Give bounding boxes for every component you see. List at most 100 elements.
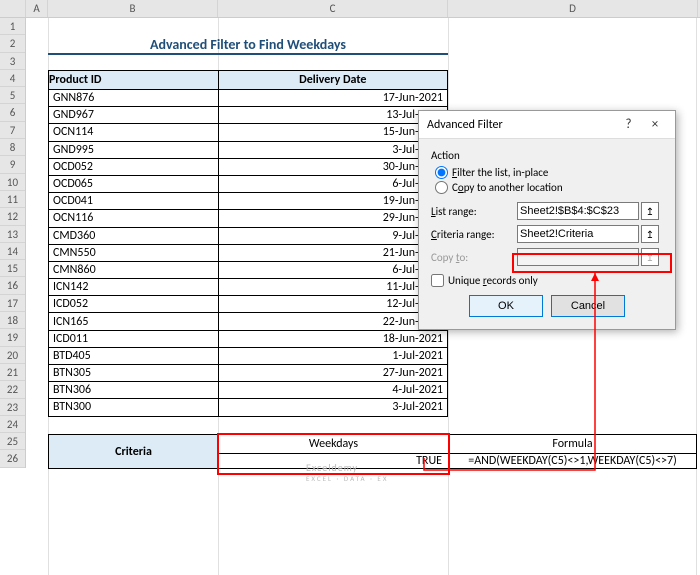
table-row[interactable]: OCN11415-Jun-2021 [49,124,448,141]
select-all-corner[interactable] [0,0,26,17]
row-header-2[interactable]: 2 [0,35,25,52]
table-row[interactable]: GND9953-Jul-2021 [49,141,448,158]
cell-delivery-date[interactable]: 15-Jun-2021 [218,124,447,141]
row-header-20[interactable]: 20 [0,347,25,364]
cell-delivery-date[interactable]: 30-Jun-2021 [218,158,447,175]
cell-product-id[interactable]: OCD041 [49,193,219,210]
table-row[interactable]: BTN3064-Jul-2021 [49,382,448,399]
cell-delivery-date[interactable]: 4-Jul-2021 [218,382,447,399]
row-header-7[interactable]: 7 [0,122,25,139]
cell-product-id[interactable]: ICN165 [49,313,219,330]
cell-product-id[interactable]: ICD011 [49,330,219,347]
cell-product-id[interactable]: GND967 [49,107,219,124]
close-icon[interactable]: × [643,111,667,139]
criteria-head-weekdays[interactable]: Weekdays [219,435,449,454]
cell-product-id[interactable]: CMD360 [49,227,219,244]
cell-product-id[interactable]: OCD052 [49,158,219,175]
row-header-23[interactable]: 23 [0,399,25,416]
table-row[interactable]: CMD3609-Jul-2021 [49,227,448,244]
cell-product-id[interactable]: ICN142 [49,279,219,296]
row-header-19[interactable]: 19 [0,329,25,346]
criteria-range-collapse-icon[interactable]: ↥ [641,225,659,243]
cell-delivery-date[interactable]: 3-Jul-2021 [218,141,447,158]
cell-product-id[interactable]: BTN306 [49,382,219,399]
row-header-13[interactable]: 13 [0,226,25,243]
row-header-1[interactable]: 1 [0,18,25,35]
table-row[interactable]: ICN16522-Jun-2021 [49,313,448,330]
row-header-26[interactable]: 26 [0,450,25,467]
table-row[interactable]: CMN55021-Jun-2021 [49,244,448,261]
table-row[interactable]: OCD05230-Jun-2021 [49,158,448,175]
row-header-25[interactable]: 25 [0,433,25,450]
row-header-9[interactable]: 9 [0,156,25,173]
row-header-3[interactable]: 3 [0,53,25,70]
cell-product-id[interactable]: GNN876 [49,90,219,107]
table-row[interactable]: ICD01118-Jun-2021 [49,330,448,347]
row-header-22[interactable]: 22 [0,381,25,398]
col-header-b[interactable]: B [48,0,218,17]
col-header-a[interactable]: A [26,0,48,17]
header-product-id[interactable]: Product ID [49,71,219,90]
row-header-15[interactable]: 15 [0,260,25,277]
criteria-value-formula[interactable]: =AND(WEEKDAY(C5)<>1,WEEKDAY(C5)<>7) [449,454,697,469]
row-header-10[interactable]: 10 [0,174,25,191]
cell-delivery-date[interactable]: 9-Jul-2021 [218,227,447,244]
cell-delivery-date[interactable]: 27-Jun-2021 [218,365,447,382]
radio-copy-location[interactable] [435,181,448,194]
row-header-18[interactable]: 18 [0,312,25,329]
cell-delivery-date[interactable]: 29-Jun-2021 [218,210,447,227]
cell-delivery-date[interactable]: 6-Jul-2021 [218,261,447,278]
row-header-16[interactable]: 16 [0,277,25,294]
row-header-17[interactable]: 17 [0,295,25,312]
list-range-collapse-icon[interactable]: ↥ [641,202,659,220]
cell-delivery-date[interactable]: 3-Jul-2021 [218,399,447,416]
table-row[interactable]: BTD4051-Jul-2021 [49,347,448,364]
criteria-range-input[interactable] [517,225,639,243]
table-row[interactable]: OCD0656-Jul-2021 [49,175,448,192]
criteria-head-formula[interactable]: Formula [449,435,697,454]
cell-delivery-date[interactable]: 11-Jul-2021 [218,279,447,296]
col-header-c[interactable]: C [218,0,448,17]
cell-product-id[interactable]: CMN860 [49,261,219,278]
table-row[interactable]: CMN8606-Jul-2021 [49,261,448,278]
cell-product-id[interactable]: BTN300 [49,399,219,416]
row-header-21[interactable]: 21 [0,364,25,381]
row-header-4[interactable]: 4 [0,70,25,87]
table-row[interactable]: ICN14211-Jul-2021 [49,279,448,296]
row-header-12[interactable]: 12 [0,208,25,225]
cell-delivery-date[interactable]: 12-Jul-2021 [218,296,447,313]
row-header-24[interactable]: 24 [0,416,25,433]
cell-delivery-date[interactable]: 18-Jun-2021 [218,330,447,347]
dialog-titlebar[interactable]: Advanced Filter ? × [419,111,675,139]
cell-product-id[interactable]: CMN550 [49,244,219,261]
table-row[interactable]: OCD04119-Jun-2021 [49,193,448,210]
col-header-d[interactable]: D [448,0,698,17]
radio-filter-inplace[interactable] [435,166,448,179]
cell-delivery-date[interactable]: 1-Jul-2021 [218,347,447,364]
cell-delivery-date[interactable]: 6-Jul-2021 [218,175,447,192]
row-header-11[interactable]: 11 [0,191,25,208]
cell-product-id[interactable]: OCN114 [49,124,219,141]
cell-product-id[interactable]: ICD052 [49,296,219,313]
list-range-input[interactable] [517,202,639,220]
table-row[interactable]: GNN87617-Jun-2021 [49,90,448,107]
table-row[interactable]: ICD05212-Jul-2021 [49,296,448,313]
row-header-6[interactable]: 6 [0,104,25,121]
row-header-8[interactable]: 8 [0,139,25,156]
cell-delivery-date[interactable]: 22-Jun-2021 [218,313,447,330]
cell-product-id[interactable]: GND995 [49,141,219,158]
cell-product-id[interactable]: BTN305 [49,365,219,382]
table-row[interactable]: BTN30527-Jun-2021 [49,365,448,382]
cell-product-id[interactable]: OCD065 [49,175,219,192]
table-row[interactable]: BTN3003-Jul-2021 [49,399,448,416]
cell-product-id[interactable]: OCN116 [49,210,219,227]
cell-delivery-date[interactable]: 17-Jun-2021 [218,90,447,107]
cancel-button[interactable]: Cancel [551,295,625,317]
table-row[interactable]: OCN11629-Jun-2021 [49,210,448,227]
cell-delivery-date[interactable]: 19-Jun-2021 [218,193,447,210]
table-row[interactable]: GND96713-Jul-2021 [49,107,448,124]
criteria-label[interactable]: Criteria [49,435,219,469]
header-delivery-date[interactable]: Delivery Date [218,71,447,90]
cell-product-id[interactable]: BTD405 [49,347,219,364]
cell-delivery-date[interactable]: 21-Jun-2021 [218,244,447,261]
